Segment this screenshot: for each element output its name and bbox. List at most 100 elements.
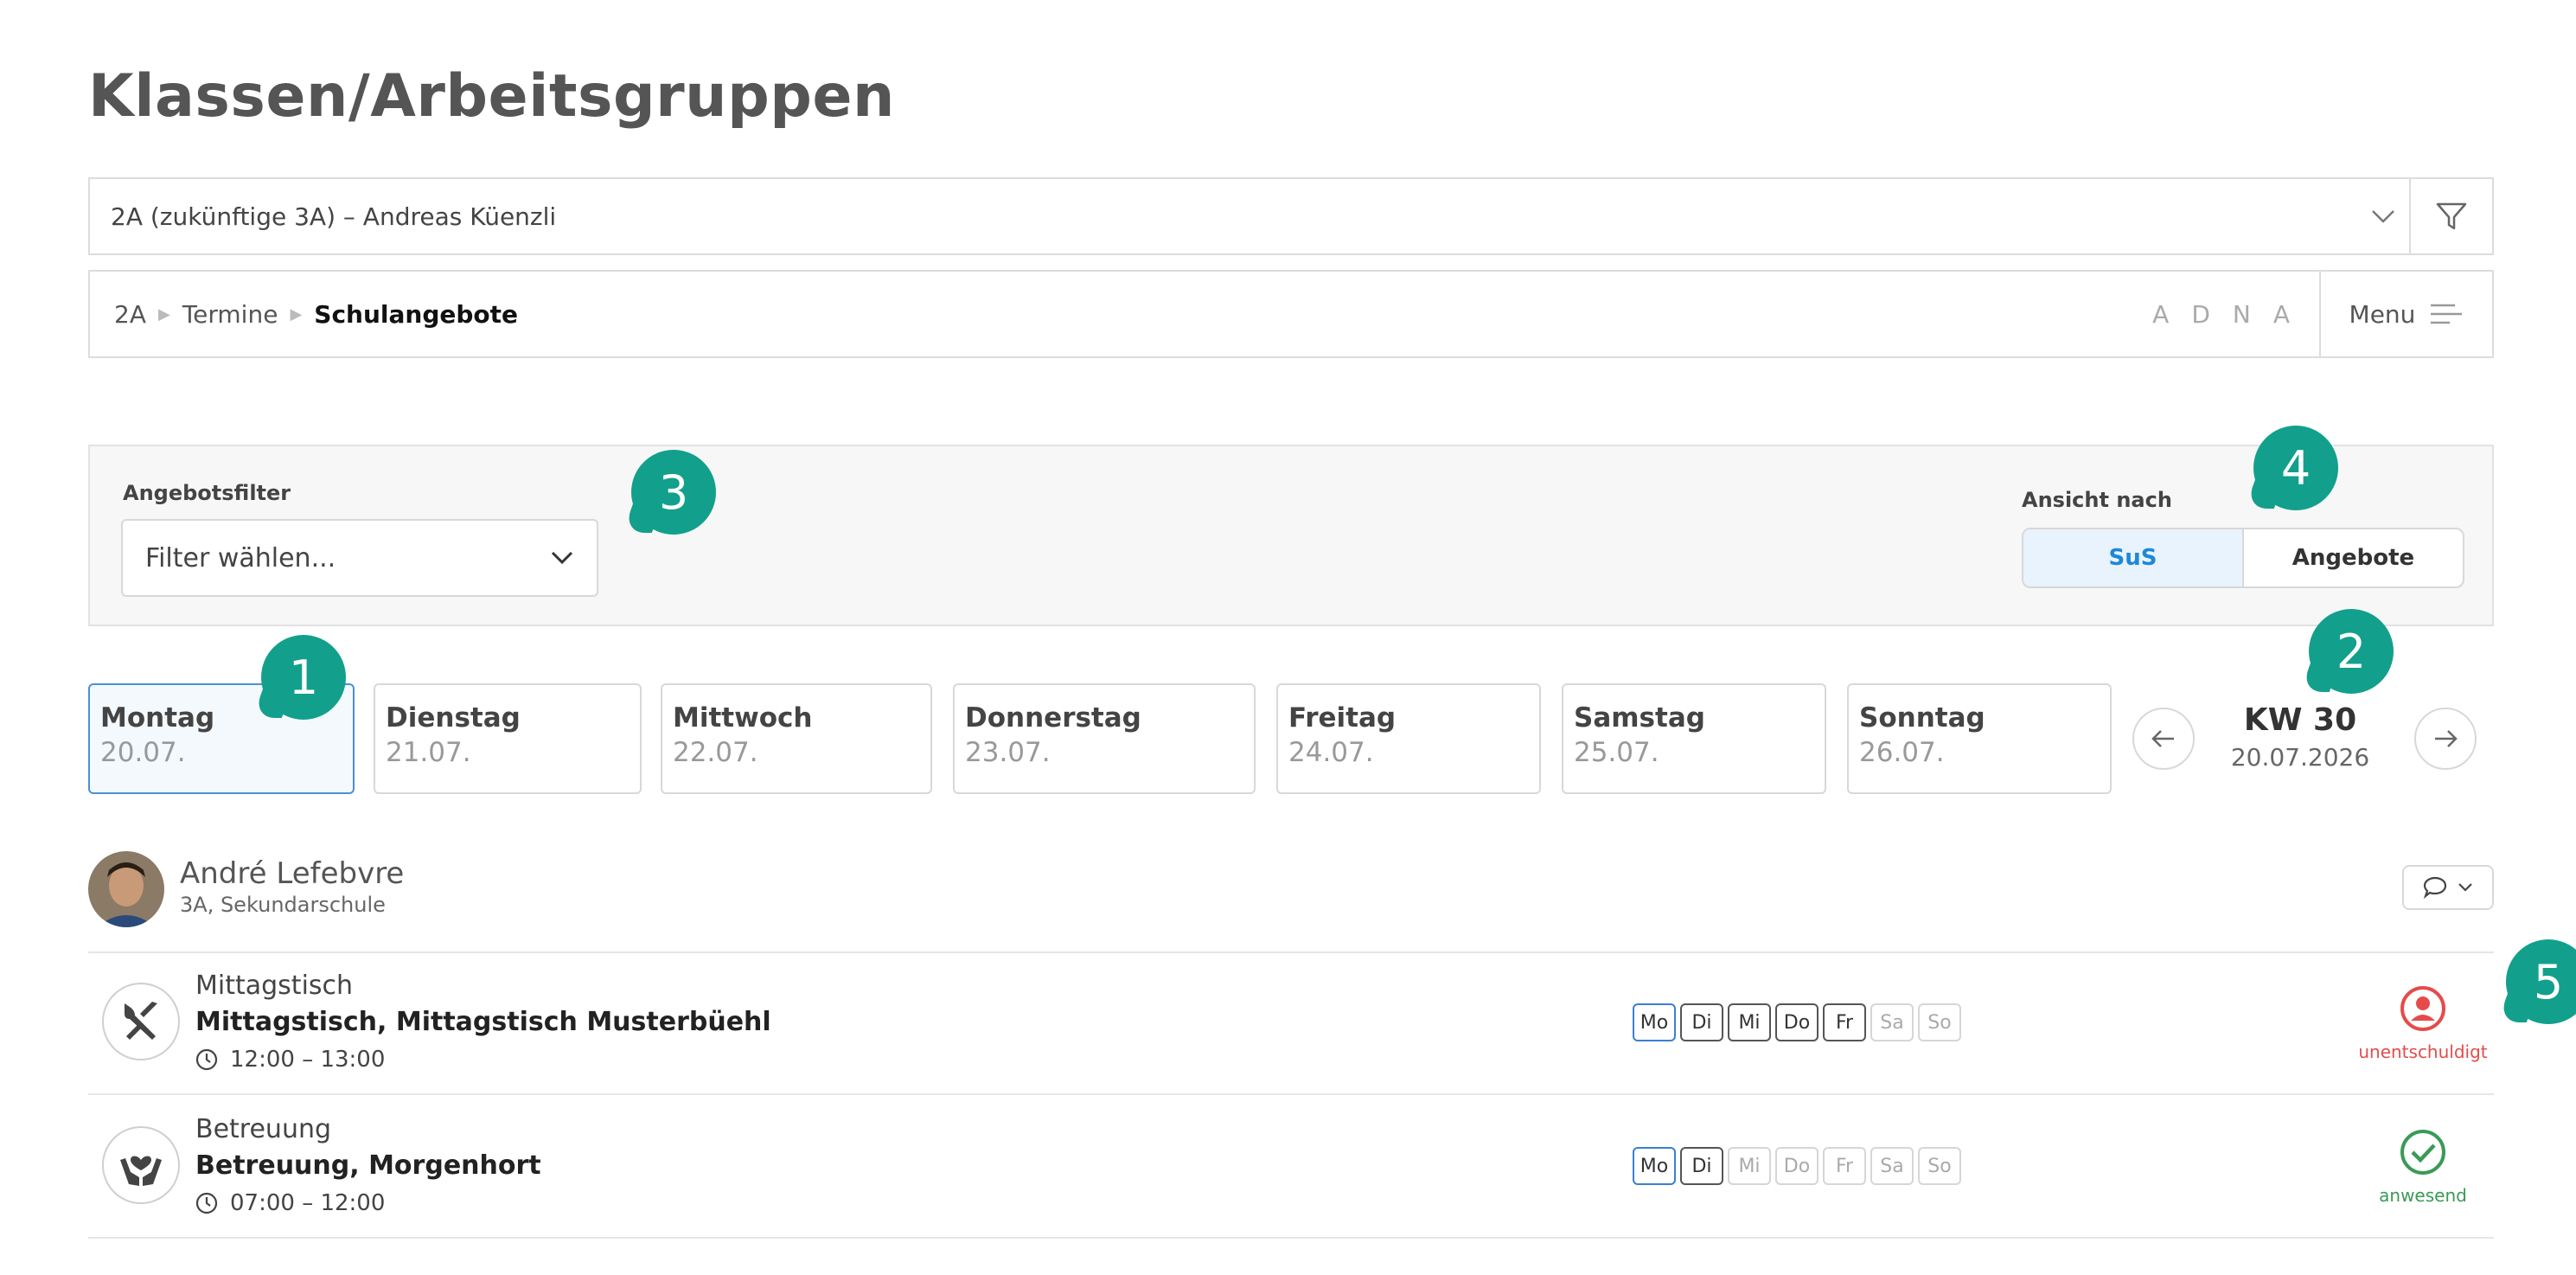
avatar — [88, 851, 164, 927]
arrow-left-icon — [2151, 730, 2174, 747]
day-name: Donnerstag — [965, 702, 1141, 734]
day-name: Samstag — [1574, 702, 1705, 734]
day-tab-dienstag[interactable]: Dienstag 21.07. — [374, 683, 642, 794]
day-tab-donnerstag[interactable]: Donnerstag 23.07. — [953, 683, 1256, 794]
day-chip: Sa — [1870, 1147, 1914, 1185]
status-label: unentschuldigt — [2358, 1041, 2488, 1062]
day-date: 23.07. — [965, 737, 1051, 768]
view-toggle: SuS Angebote — [2022, 528, 2464, 588]
week-number: KW 30 — [2243, 702, 2357, 738]
day-chip: Fr — [1823, 1003, 1866, 1041]
day-chip: Mi — [1728, 1003, 1771, 1041]
day-name: Dienstag — [386, 702, 521, 734]
student-subtitle: 3A, Sekundarschule — [180, 893, 386, 917]
arrow-right-icon — [2435, 730, 2458, 747]
menu-lines-icon — [2431, 304, 2463, 324]
offer-day-chips: Mo Di Mi Do Fr Sa So — [1633, 1003, 1961, 1041]
attendance-status[interactable]: unentschuldigt — [2336, 984, 2509, 1062]
callout-badge: 4 — [2253, 426, 2338, 510]
menu-label: Menu — [2349, 299, 2416, 329]
day-name: Freitag — [1288, 702, 1397, 734]
offer-time-text: 12:00 – 13:00 — [230, 1047, 386, 1073]
class-select[interactable]: 2A (zukünftige 3A) – Andreas Küenzli — [88, 177, 2494, 255]
chevron-down-icon[interactable] — [2357, 208, 2409, 224]
cutlery-icon — [102, 983, 180, 1060]
attendance-status[interactable]: anwesend — [2336, 1128, 2509, 1206]
day-chip: Di — [1680, 1003, 1723, 1041]
breadcrumb-item-class[interactable]: 2A — [114, 300, 146, 329]
day-date: 24.07. — [1288, 737, 1374, 768]
next-week-button[interactable] — [2414, 708, 2477, 770]
day-date: 20.07. — [100, 737, 186, 768]
callout-badge: 3 — [631, 450, 716, 535]
day-chip: Mi — [1728, 1147, 1771, 1185]
day-name: Mittwoch — [673, 702, 813, 734]
breadcrumb-separator-icon: ▶ — [157, 304, 170, 324]
filter-label: Angebotsfilter — [123, 481, 291, 505]
day-chip: Do — [1775, 1147, 1819, 1185]
day-chip: So — [1918, 1147, 1961, 1185]
breadcrumb: 2A ▶ Termine ▶ Schulangebote — [90, 300, 2152, 329]
adna-letter[interactable]: N — [2233, 300, 2251, 329]
day-tab-freitag[interactable]: Freitag 24.07. — [1276, 683, 1541, 794]
day-date: 25.07. — [1574, 737, 1659, 768]
clock-icon — [195, 1192, 218, 1214]
day-tab-mittwoch[interactable]: Mittwoch 22.07. — [661, 683, 932, 794]
breadcrumb-bar: 2A ▶ Termine ▶ Schulangebote A D N A Men… — [88, 270, 2494, 358]
offer-day-chips: Mo Di Mi Do Fr Sa So — [1633, 1147, 1961, 1185]
day-tab-samstag[interactable]: Samstag 25.07. — [1562, 683, 1826, 794]
caring-hands-icon — [102, 1126, 180, 1204]
offer-filter-placeholder: Filter wählen... — [145, 542, 336, 573]
offer-row[interactable]: Mittagstisch Mittagstisch, Mittagstisch … — [88, 953, 2494, 1095]
filter-button[interactable] — [2409, 179, 2492, 253]
callout-badge: 1 — [261, 635, 346, 720]
day-chip: Do — [1775, 1003, 1819, 1041]
comment-dropdown-button[interactable] — [2402, 865, 2494, 910]
check-circle-icon — [2400, 1130, 2445, 1175]
breadcrumb-separator-icon: ▶ — [290, 304, 303, 324]
status-label: anwesend — [2379, 1185, 2467, 1206]
page-title: Klassen/Arbeitsgruppen — [88, 62, 895, 131]
menu-button[interactable]: Menu — [2319, 272, 2492, 356]
day-chip: Fr — [1823, 1147, 1866, 1185]
offer-category: Betreuung — [195, 1114, 332, 1144]
breadcrumb-item-termine[interactable]: Termine — [182, 300, 278, 329]
offer-category: Mittagstisch — [195, 971, 354, 1001]
chevron-down-icon — [2458, 883, 2472, 892]
offer-title: Betreuung, Morgenhort — [195, 1150, 541, 1181]
callout-badge: 2 — [2309, 609, 2394, 694]
clock-icon — [195, 1048, 218, 1071]
breadcrumb-item-current: Schulangebote — [314, 299, 519, 329]
day-chip: Di — [1680, 1147, 1723, 1185]
week-date: 20.07.2026 — [2230, 743, 2370, 772]
offer-time-text: 07:00 – 12:00 — [230, 1190, 386, 1216]
adna-letter[interactable]: A — [2273, 300, 2290, 329]
day-date: 21.07. — [386, 737, 471, 768]
funnel-icon — [2436, 202, 2467, 230]
person-absent-icon — [2400, 986, 2445, 1031]
chevron-down-icon — [551, 551, 573, 565]
callout-badge: 5 — [2506, 939, 2576, 1024]
view-option-angebote[interactable]: Angebote — [2244, 529, 2463, 586]
offer-title: Mittagstisch, Mittagstisch Musterbüehl — [195, 1007, 771, 1037]
day-tab-sonntag[interactable]: Sonntag 26.07. — [1847, 683, 2112, 794]
view-option-sus[interactable]: SuS — [2023, 529, 2244, 586]
adna-letter[interactable]: A — [2152, 300, 2169, 329]
previous-week-button[interactable] — [2132, 708, 2195, 770]
offer-time: 07:00 – 12:00 — [195, 1190, 385, 1216]
student-header: André Lefebvre 3A, Sekundarschule — [88, 851, 2494, 953]
speech-bubble-icon — [2423, 876, 2447, 900]
day-date: 22.07. — [673, 737, 758, 768]
offer-row[interactable]: Betreuung Betreuung, Morgenhort 07:00 – … — [88, 1097, 2494, 1239]
day-chip: Mo — [1633, 1147, 1676, 1185]
filter-panel: Angebotsfilter Filter wählen... Ansicht … — [88, 445, 2494, 626]
day-name: Sonntag — [1859, 702, 1985, 734]
offer-time: 12:00 – 13:00 — [195, 1047, 385, 1073]
student-name: André Lefebvre — [180, 856, 405, 891]
day-chip: Mo — [1633, 1003, 1676, 1041]
view-label: Ansicht nach — [2022, 488, 2172, 512]
adna-letter[interactable]: D — [2191, 300, 2210, 329]
offer-filter-select[interactable]: Filter wählen... — [121, 519, 598, 597]
day-date: 26.07. — [1859, 737, 1945, 768]
adna-indicators: A D N A — [2152, 300, 2319, 329]
